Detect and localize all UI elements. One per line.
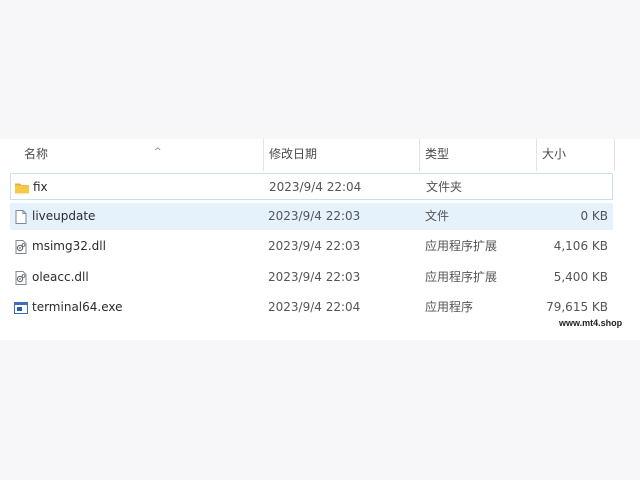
file-type: 文件: [425, 209, 450, 223]
watermark-text: www.mt4.shop: [559, 318, 623, 328]
folder-icon: [15, 183, 29, 194]
dll-file-icon: [15, 271, 27, 285]
column-divider[interactable]: [614, 139, 615, 171]
file-name: liveupdate: [32, 209, 96, 223]
file-modified-date: 2023/9/4 22:03: [268, 239, 361, 253]
file-row-terminal64[interactable]: terminal64.exe 2023/9/4 22:04 应用程序 79,61…: [10, 294, 613, 321]
file-type: 应用程序扩展: [425, 239, 498, 253]
column-header-size[interactable]: 大小: [536, 139, 614, 171]
sort-ascending-icon: ^: [154, 147, 162, 157]
column-header-type-label: 类型: [425, 147, 450, 161]
file-row-msimg32[interactable]: msimg32.dll 2023/9/4 22:03 应用程序扩展 4,106 …: [10, 233, 613, 260]
file-modified-date: 2023/9/4 22:03: [268, 270, 361, 284]
column-header-type[interactable]: 类型: [419, 139, 536, 171]
file-type: 应用程序扩展: [425, 270, 498, 284]
file-type: 应用程序: [425, 300, 474, 314]
column-header-row: 名称 ^ 修改日期 类型 大小: [0, 139, 640, 171]
exe-file-icon: [14, 302, 28, 314]
column-header-name[interactable]: 名称 ^: [18, 139, 263, 171]
file-row-fix[interactable]: fix 2023/9/4 22:04 文件夹: [10, 173, 613, 200]
column-header-size-label: 大小: [542, 147, 567, 161]
file-list-panel: 名称 ^ 修改日期 类型 大小 fix 2023/9/4 22:04 文件夹 l…: [0, 139, 640, 340]
column-header-name-label: 名称: [24, 147, 49, 161]
file-type: 文件夹: [426, 180, 463, 194]
column-header-date-label: 修改日期: [269, 147, 318, 161]
file-size: 5,400 KB: [553, 270, 608, 284]
dll-file-icon: [15, 240, 27, 254]
file-size: 79,615 KB: [546, 300, 608, 314]
file-modified-date: 2023/9/4 22:03: [268, 209, 361, 223]
file-name: fix: [33, 180, 48, 194]
file-modified-date: 2023/9/4 22:04: [269, 180, 362, 194]
file-row-oleacc[interactable]: oleacc.dll 2023/9/4 22:03 应用程序扩展 5,400 K…: [10, 264, 613, 291]
file-name: oleacc.dll: [32, 270, 89, 284]
file-name: terminal64.exe: [32, 300, 123, 314]
file-size: 4,106 KB: [553, 239, 608, 253]
file-modified-date: 2023/9/4 22:04: [268, 300, 361, 314]
file-row-liveupdate[interactable]: liveupdate 2023/9/4 22:03 文件 0 KB: [10, 203, 613, 230]
file-size: 0 KB: [580, 209, 608, 223]
column-header-date[interactable]: 修改日期: [263, 139, 419, 171]
file-name: msimg32.dll: [32, 239, 106, 253]
file-icon: [15, 210, 27, 224]
